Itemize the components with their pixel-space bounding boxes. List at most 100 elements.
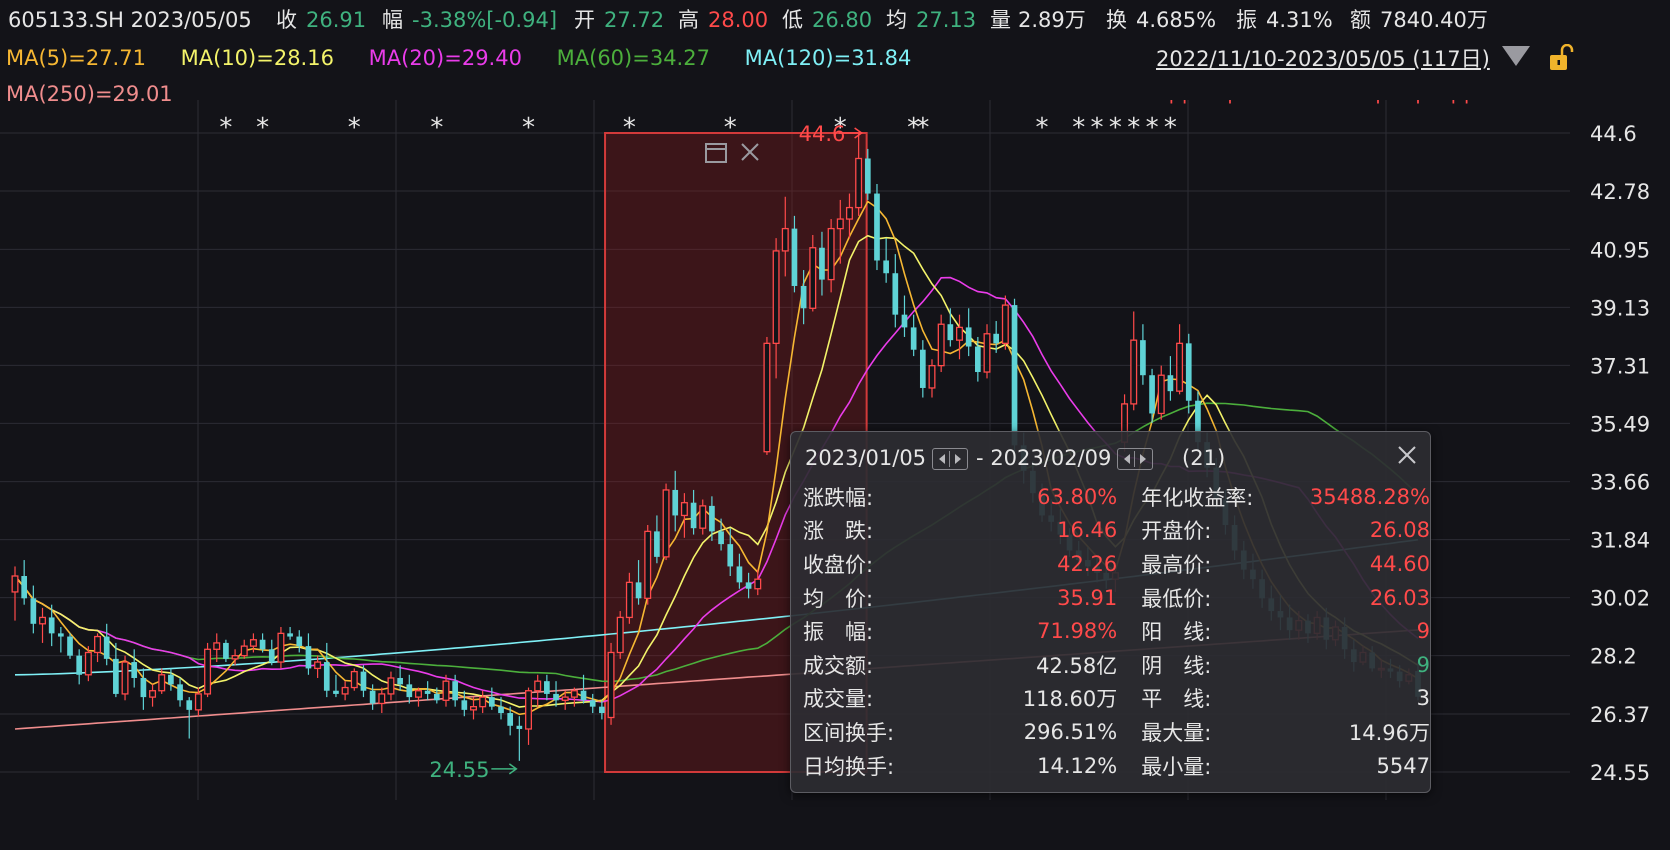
amp-value: 4.31% — [1266, 8, 1333, 32]
candle-body — [662, 489, 670, 558]
signal-flag: ┐┐ — [1446, 100, 1474, 104]
candle — [67, 633, 73, 659]
candle-body — [690, 502, 697, 529]
candle-body — [113, 658, 119, 694]
candle-body — [910, 327, 917, 350]
stats-k2: 最低价: — [1141, 586, 1212, 611]
candle-body — [240, 645, 248, 657]
candle-body — [414, 690, 422, 698]
candle-body — [644, 530, 652, 599]
chevron-right-icon[interactable] — [955, 454, 962, 464]
candle — [378, 687, 386, 714]
stats-v1: 16.46 — [1057, 518, 1118, 543]
end-date-stepper[interactable] — [1117, 448, 1154, 470]
stats-v2: 3 — [1416, 686, 1430, 711]
candle — [113, 642, 119, 698]
ma20-label: MA(20)=29.40 — [368, 46, 522, 70]
stats-v1: 42.26 — [1057, 551, 1118, 576]
candle-body — [561, 696, 569, 701]
candle-body — [350, 670, 358, 689]
candle-body — [1157, 374, 1165, 415]
open-label: 开 — [574, 8, 595, 32]
signal-star: * — [1164, 113, 1177, 143]
candle-body — [937, 323, 945, 367]
candle-body — [635, 582, 642, 599]
stats-k2: 平 线: — [1141, 687, 1212, 712]
candle-body — [544, 681, 550, 694]
chevron-left-icon[interactable] — [1124, 454, 1131, 464]
stats-k2: 开盘价: — [1141, 519, 1212, 544]
candle-body — [763, 342, 771, 453]
candle — [240, 639, 248, 659]
candle-body — [1130, 339, 1138, 405]
candle — [11, 566, 19, 621]
candle-body — [387, 677, 395, 695]
candle — [424, 681, 431, 701]
signal-star: * — [430, 113, 443, 143]
candle-body — [84, 651, 92, 676]
candle — [1185, 333, 1192, 414]
chevron-right-icon[interactable] — [1140, 454, 1147, 464]
price-tick: 37.31 — [1590, 354, 1650, 378]
candle-body — [1149, 375, 1155, 414]
candle-body — [599, 706, 605, 714]
candle — [1157, 365, 1165, 420]
candle — [892, 254, 899, 328]
triangle-down-icon[interactable] — [1502, 46, 1530, 66]
price-tick: 42.78 — [1590, 180, 1650, 204]
candle-body — [186, 700, 193, 710]
candle-body — [1001, 304, 1009, 344]
start-date-stepper[interactable] — [932, 448, 969, 470]
candle-body — [800, 285, 807, 309]
stats-k1: 均 价: — [803, 586, 874, 611]
candle — [461, 690, 468, 717]
candle — [599, 700, 605, 720]
candle-body — [268, 649, 275, 663]
candle-body — [892, 273, 899, 315]
date-range-link[interactable]: 2022/11/10-2023/05/05 (117日) — [1156, 42, 1490, 76]
close-icon[interactable] — [1394, 442, 1420, 468]
stats-v2: 9 — [1416, 652, 1430, 677]
candle-body — [607, 651, 615, 719]
price-axis: 44.6 42.78 40.95 39.13 37.31 35.49 33.66 31.84 3… — [1590, 122, 1650, 785]
candle-body — [21, 575, 28, 599]
candle-body — [625, 581, 633, 619]
candle-body — [718, 531, 724, 545]
candle — [570, 687, 578, 707]
stats-k2: 最大量: — [1141, 720, 1212, 745]
stats-k2: 阴 线: — [1141, 653, 1212, 678]
range-stats-popup[interactable]: 2023/01/05 - 2023/02/09 (21) 涨跌幅: 63.80% 年化… — [790, 431, 1431, 793]
stats-k2: 阳 线: — [1141, 620, 1212, 645]
signal-star: * — [1109, 113, 1122, 143]
candle-body — [809, 247, 817, 309]
low-value: 26.80 — [812, 8, 873, 32]
candle-body — [845, 206, 853, 220]
chevron-left-icon[interactable] — [939, 454, 946, 464]
price-tick: 30.02 — [1590, 587, 1650, 611]
candle-body — [836, 218, 844, 230]
candle-body — [654, 531, 660, 557]
lock-icon[interactable] — [1548, 43, 1574, 72]
candle-body — [360, 671, 367, 691]
candle-body — [534, 680, 542, 692]
candle-body — [680, 502, 688, 517]
candle-body — [855, 157, 863, 209]
candle — [983, 324, 991, 379]
candle-body — [919, 349, 926, 388]
stats-k1: 成交量: — [803, 687, 874, 712]
stats-k2: 最高价: — [1141, 552, 1212, 577]
candle — [1167, 356, 1174, 401]
candle-body — [745, 582, 752, 589]
signal-markers: *****************┐┐┐┐┐┐┐ — [219, 100, 1473, 143]
stats-k1: 涨跌幅: — [803, 485, 874, 510]
stats-v2: 5547 — [1376, 753, 1430, 778]
candle — [149, 684, 157, 707]
candle-body — [1011, 305, 1018, 446]
candle-body — [48, 617, 55, 634]
candle-body — [177, 684, 183, 701]
candle-body — [433, 693, 440, 701]
signal-star: * — [724, 113, 737, 143]
candle — [296, 630, 303, 653]
candle-body — [452, 681, 458, 701]
candle-body — [470, 706, 477, 711]
